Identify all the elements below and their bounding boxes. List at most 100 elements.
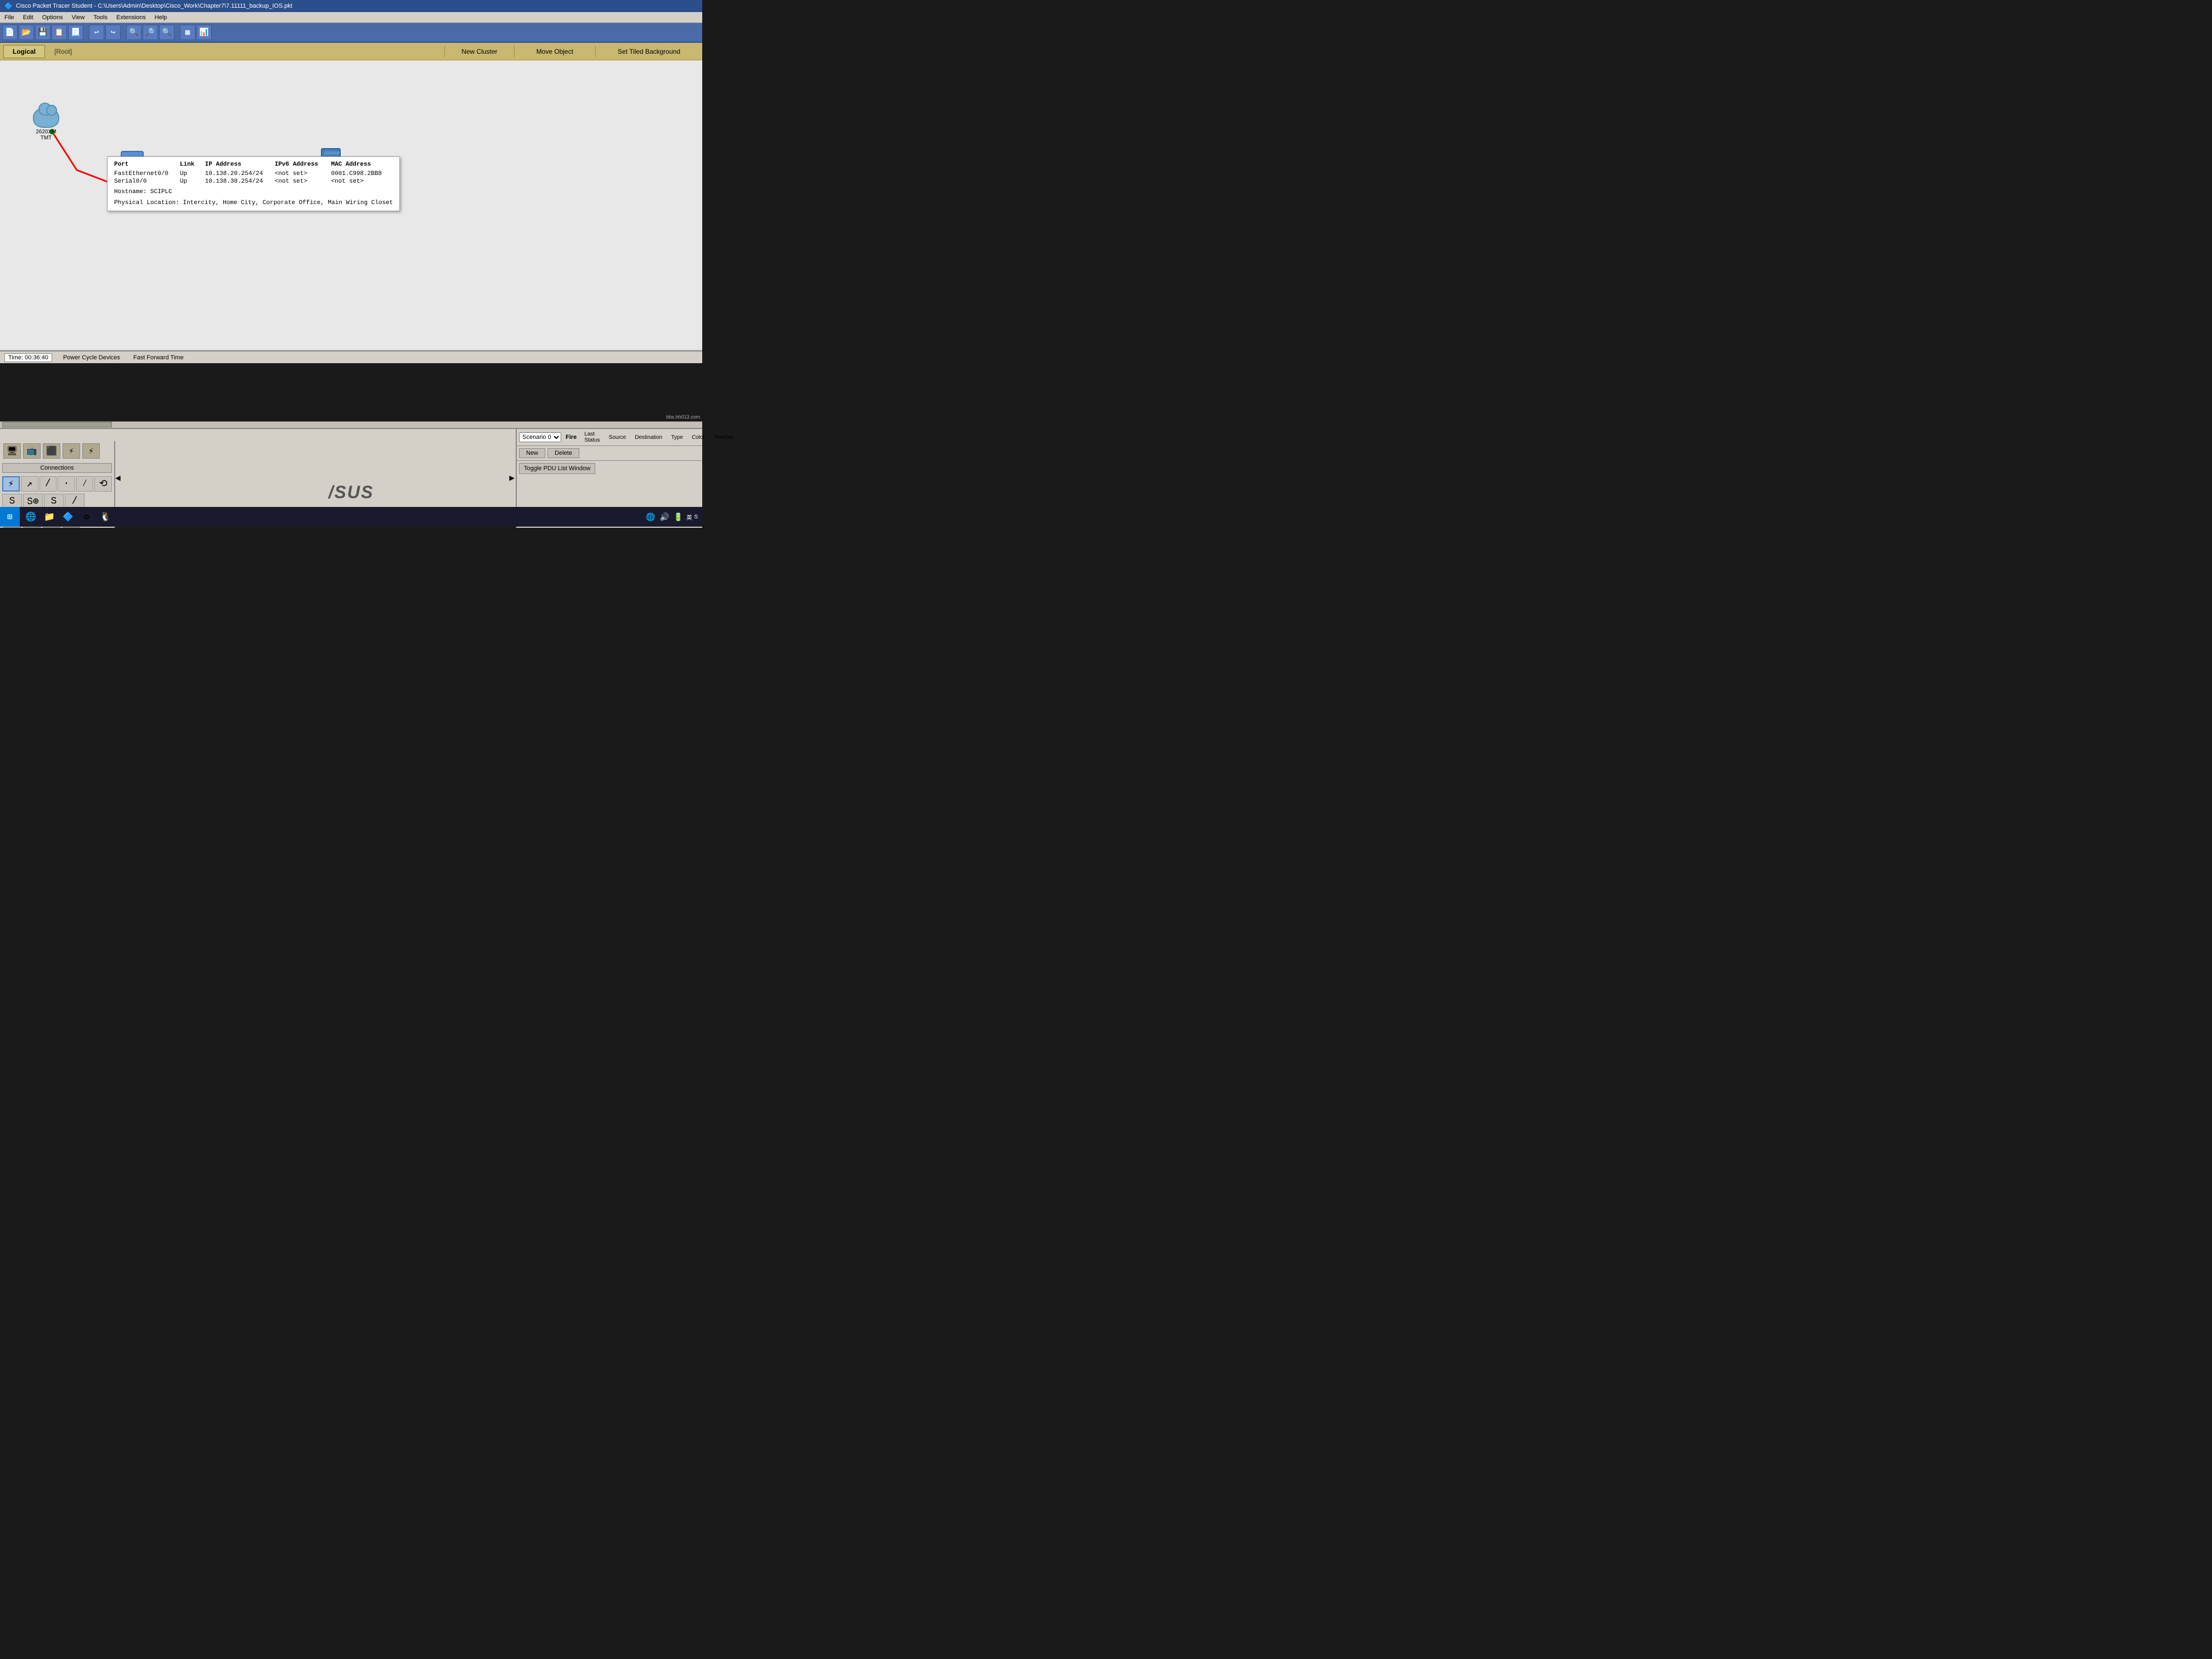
app-icon: 🔷 (4, 2, 13, 10)
menu-edit[interactable]: Edit (19, 13, 38, 22)
toolbar-search1[interactable]: 🔍 (126, 25, 142, 40)
dp-icon-4[interactable]: ⚡ (63, 443, 80, 459)
conn-2[interactable]: / (40, 476, 57, 492)
conn-4[interactable]: ∕ (76, 476, 94, 492)
taskbar-explorer[interactable]: 📁 (41, 508, 58, 526)
tooltip-col-link: Link (180, 161, 205, 170)
nav-set-tiled[interactable]: Set Tiled Background (596, 46, 702, 58)
taskbar-icons: 🌐 📁 🔷 ⚙ 🐧 (20, 508, 116, 526)
conn-auto[interactable]: ⚡ (2, 476, 20, 492)
destination-label: Destination (631, 435, 665, 441)
toggle-pdu-btn[interactable]: Toggle PDU List Window (519, 463, 595, 474)
tooltip-col-port: Port (114, 161, 180, 170)
tooltip-port-1: FastEthernet0/0 (114, 170, 180, 178)
connections-label: Connections (2, 463, 112, 473)
taskbar-other[interactable]: 🐧 (97, 508, 114, 526)
last-status-label: Last Status (581, 431, 603, 443)
tooltip-ip-1: 10.138.20.254/24 (205, 170, 275, 178)
toolbar-search2[interactable]: 🔎 (143, 25, 158, 40)
fast-forward-btn[interactable]: Fast Forward Time (131, 354, 186, 362)
device-tooltip: Port Link IP Address IPv6 Address MAC Ad… (107, 156, 400, 211)
menu-extensions[interactable]: Extensions (112, 13, 150, 22)
tooltip-row-2: Serial0/0 Up 10.138.30.254/24 <not set> … (114, 178, 393, 185)
conn-icons-row: ⚡ ↗ / · ∕ ⟲ (0, 475, 114, 493)
toolbar-export[interactable]: 📊 (196, 25, 212, 40)
start-button[interactable]: ⊞ (0, 507, 20, 527)
asus-logo: /SUS (329, 482, 374, 503)
scroll-right[interactable]: ▶ (509, 472, 515, 483)
tooltip-link-2: Up (180, 178, 205, 185)
main-canvas[interactable]: 2620XMTMT 2620XMSCIPLC pc Port Link IP A… (0, 60, 702, 351)
tooltip-link-1: Up (180, 170, 205, 178)
fire-label: Fire (563, 434, 579, 441)
scenario-select[interactable]: Scenario 0 (519, 432, 561, 442)
scenario-buttons: New Delete (517, 446, 702, 461)
new-scenario-btn[interactable]: New (519, 448, 545, 458)
taskbar-settings[interactable]: ⚙ (78, 508, 95, 526)
dp-icon-1[interactable]: 🖥 (3, 443, 21, 459)
tooltip-ipv6-2: <not set> (275, 178, 331, 185)
toolbar: 📄 📂 💾 📋 📃 ↩ ↪ 🔍 🔎 🔍 ▦ 📊 (0, 23, 702, 43)
tooltip-location: Physical Location: Intercity, Home City,… (114, 200, 393, 206)
toolbar-open[interactable]: 📂 (19, 25, 34, 40)
toolbar-inspect[interactable]: 🔍 (159, 25, 174, 40)
status-time: Time: 00:36:40 (4, 353, 52, 362)
device-icons-row1: 🖥 📺 ⬛ ⚡ ⚡ (0, 441, 114, 461)
toolbar-save[interactable]: 💾 (35, 25, 50, 40)
menu-bar: File Edit Options View Tools Extensions … (0, 12, 702, 23)
tooltip-col-ipv6: IPv6 Address (275, 161, 331, 170)
conn-5[interactable]: ⟲ (94, 476, 112, 492)
dp-icon-3[interactable]: ⬛ (43, 443, 60, 459)
color-label: Color (689, 435, 708, 441)
tooltip-row-1: FastEthernet0/0 Up 10.138.20.254/24 <not… (114, 170, 393, 178)
scenario-bar: Scenario 0 Fire Last Status Source Desti… (517, 429, 702, 446)
nav-new-cluster[interactable]: New Cluster (444, 46, 514, 58)
toolbar-grid[interactable]: ▦ (180, 25, 195, 40)
tooltip-col-ip: IP Address (205, 161, 275, 170)
device-router1[interactable]: 2620XMTMT (33, 107, 59, 141)
sys-tray-lang[interactable]: 英 (686, 513, 692, 521)
source-label: Source (606, 435, 630, 441)
tooltip-hostname: Hostname: SCIPLC (114, 189, 393, 195)
h-scrollbar[interactable] (0, 421, 702, 428)
delete-scenario-btn[interactable]: Delete (548, 448, 579, 458)
nav-move-object[interactable]: Move Object (515, 46, 596, 58)
sys-tray-battery[interactable]: 🔋 (673, 511, 684, 523)
taskbar-cisco[interactable]: 🔷 (59, 508, 77, 526)
window-title: Cisco Packet Tracer Student - C:\Users\A… (16, 3, 292, 9)
menu-view[interactable]: View (67, 13, 89, 22)
tooltip-ip-2: 10.138.30.254/24 (205, 178, 275, 185)
router1-label: 2620XMTMT (36, 129, 56, 141)
toolbar-undo[interactable]: ↩ (89, 25, 104, 40)
toolbar-new[interactable]: 📄 (2, 25, 18, 40)
scroll-left[interactable]: ◀ (115, 472, 121, 483)
dp-icon-2[interactable]: 📺 (23, 443, 41, 459)
menu-tools[interactable]: Tools (89, 13, 112, 22)
watermark: bbs.hh013.com (666, 414, 700, 420)
type-label: Type (668, 435, 686, 441)
menu-options[interactable]: Options (38, 13, 67, 22)
dp-icon-5[interactable]: ⚡ (82, 443, 100, 459)
time-label: Time(se (710, 435, 737, 441)
sys-tray-s: S (694, 514, 698, 520)
taskbar-edge[interactable]: 🌐 (22, 508, 40, 526)
sys-tray-network[interactable]: 🌐 (645, 511, 656, 523)
router1-icon (33, 107, 59, 128)
title-bar: 🔷 Cisco Packet Tracer Student - C:\Users… (0, 0, 702, 12)
tooltip-mac-2: <not set> (331, 178, 393, 185)
toolbar-paste[interactable]: 📃 (68, 25, 83, 40)
tooltip-col-mac: MAC Address (331, 161, 393, 170)
conn-1[interactable]: ↗ (21, 476, 38, 492)
tooltip-port-2: Serial0/0 (114, 178, 180, 185)
nav-logical[interactable]: Logical (3, 45, 45, 58)
toolbar-copy[interactable]: 📋 (52, 25, 67, 40)
taskbar-right: 🌐 🔊 🔋 英 S (645, 511, 702, 523)
toolbar-redo[interactable]: ↪ (105, 25, 121, 40)
menu-help[interactable]: Help (150, 13, 172, 22)
power-cycle-btn[interactable]: Power Cycle Devices (61, 354, 122, 362)
conn-3[interactable]: · (58, 476, 75, 492)
sys-tray-sound[interactable]: 🔊 (658, 511, 670, 523)
taskbar: ⊞ 🌐 📁 🔷 ⚙ 🐧 🌐 🔊 🔋 英 S (0, 507, 702, 527)
nav-root[interactable]: [Root] (45, 45, 81, 58)
menu-file[interactable]: File (0, 13, 19, 22)
